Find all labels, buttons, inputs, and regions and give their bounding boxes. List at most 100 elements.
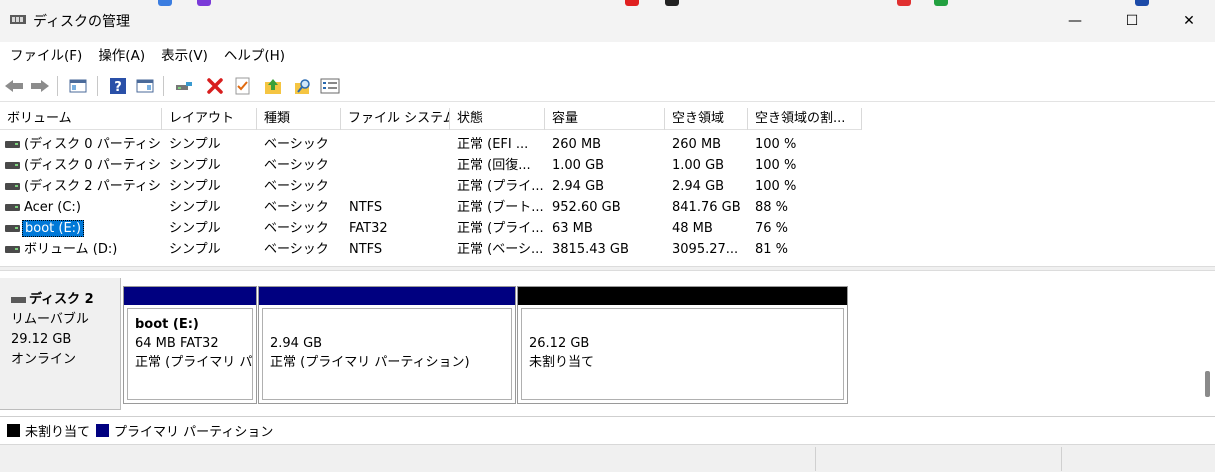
cell-free-space: 1.00 GB: [672, 158, 725, 173]
cell-volume: (ディスク 2 パーティショ...: [24, 179, 160, 194]
selected-volume-label: boot (E:): [22, 220, 85, 237]
drive-icon: [5, 141, 20, 148]
disk-name: ディスク 2: [11, 290, 120, 310]
status-bar: [0, 444, 1215, 472]
disk-info-panel[interactable]: ディスク 2 リムーバブル 29.12 GB オンライン: [0, 278, 121, 410]
cell-volume: ボリューム (D:): [24, 242, 118, 257]
help-icon[interactable]: ?: [107, 75, 129, 97]
partition-color-bar: [259, 287, 515, 305]
cell-layout: シンプル: [169, 158, 221, 173]
toolbar-separator: [163, 76, 164, 96]
toolbar-separator: [97, 76, 98, 96]
partition-size: 2.94 GB: [270, 336, 323, 351]
cell-status: 正常 (EFI ...: [457, 137, 529, 152]
cell-free-space: 841.76 GB: [672, 200, 741, 215]
cell-layout: シンプル: [169, 200, 221, 215]
cell-capacity: 2.94 GB: [552, 179, 605, 194]
drive-icon: [5, 246, 20, 253]
disk-size: 29.12 GB: [11, 332, 72, 347]
cell-status: 正常 (プライ...: [457, 179, 543, 194]
background-window-strip: [0, 0, 1215, 6]
partition-status: 正常 (プライマリ パーティション): [270, 355, 470, 370]
partition-label: boot (E:): [135, 317, 199, 332]
action-pane-icon[interactable]: [134, 75, 156, 97]
cell-free-percent: 81 %: [755, 242, 789, 257]
properties-icon[interactable]: [319, 75, 341, 97]
column-header-volume[interactable]: ボリューム: [0, 108, 162, 130]
cell-layout: シンプル: [169, 137, 221, 152]
menu-view[interactable]: 表示(V): [153, 42, 216, 70]
column-header-filesystem[interactable]: ファイル システム: [341, 108, 450, 130]
close-button[interactable]: ✕: [1160, 0, 1215, 42]
column-header-free-space[interactable]: 空き領域: [665, 108, 748, 130]
table-row[interactable]: Acer (C:) シンプル ベーシック NTFS 正常 (ブート... 952…: [0, 197, 862, 218]
cell-free-percent: 100 %: [755, 137, 797, 152]
console-tree-icon[interactable]: [67, 75, 89, 97]
connect-icon[interactable]: [173, 75, 195, 97]
cell-free-percent: 100 %: [755, 179, 797, 194]
cell-free-space: 2.94 GB: [672, 179, 725, 194]
drive-icon: [5, 204, 20, 211]
cell-status: 正常 (回復...: [457, 158, 531, 173]
volume-list: ボリューム レイアウト 種類 ファイル システム 状態 容量 空き領域 空き領域…: [0, 108, 1215, 264]
cell-layout: シンプル: [169, 242, 221, 257]
table-row-selected[interactable]: boot (E:) シンプル ベーシック FAT32 正常 (プライ... 63…: [0, 218, 862, 239]
partition-size: 64 MB FAT32: [135, 336, 219, 351]
table-row[interactable]: (ディスク 2 パーティショ... シンプル ベーシック 正常 (プライ... …: [0, 176, 862, 197]
partition-boot[interactable]: boot (E:) 64 MB FAT32 正常 (プライマリ パー: [123, 286, 257, 404]
drive-icon: [5, 225, 20, 232]
menu-file[interactable]: ファイル(F): [2, 42, 90, 70]
table-row[interactable]: ボリューム (D:) シンプル ベーシック NTFS 正常 (ベーシ... 38…: [0, 239, 862, 260]
pane-splitter[interactable]: [0, 266, 1215, 271]
partition-status: 正常 (プライマリ パー: [135, 355, 253, 370]
disk-graph-view: ディスク 2 リムーバブル 29.12 GB オンライン boot (E:) 6…: [0, 272, 1215, 416]
column-header-capacity[interactable]: 容量: [545, 108, 665, 130]
maximize-button[interactable]: ☐: [1103, 0, 1161, 42]
partition-details: boot (E:) 64 MB FAT32 正常 (プライマリ パー: [127, 308, 253, 400]
cell-filesystem: NTFS: [349, 242, 383, 257]
cell-status: 正常 (ベーシ...: [457, 242, 543, 257]
search-icon[interactable]: [292, 75, 314, 97]
cell-type: ベーシック: [264, 158, 329, 173]
legend: 未割り当て プライマリ パーティション: [0, 416, 1215, 444]
column-header-layout[interactable]: レイアウト: [162, 108, 257, 130]
partition-details: 26.12 GB 未割り当て: [521, 308, 844, 400]
menu-action[interactable]: 操作(A): [90, 42, 153, 70]
disk-icon: [11, 297, 26, 303]
column-header-type[interactable]: 種類: [257, 108, 341, 130]
cell-volume: (ディスク 0 パーティショ...: [24, 137, 160, 152]
table-row[interactable]: (ディスク 0 パーティショ... シンプル ベーシック 正常 (回復... 1…: [0, 155, 862, 176]
cell-type: ベーシック: [264, 200, 329, 215]
drive-icon: [5, 183, 20, 190]
toolbar-separator: [57, 76, 58, 96]
drive-icon: [5, 162, 20, 169]
column-header-status[interactable]: 状態: [450, 108, 545, 130]
vertical-scrollbar-thumb[interactable]: [1205, 371, 1210, 397]
table-header: ボリューム レイアウト 種類 ファイル システム 状態 容量 空き領域 空き領域…: [0, 108, 862, 130]
cell-free-space: 48 MB: [672, 221, 713, 236]
partition-color-bar: [124, 287, 256, 305]
title-bar: ディスクの管理 — ☐ ✕: [0, 0, 1215, 42]
disk-name-label: ディスク 2: [29, 292, 94, 307]
cell-capacity: 952.60 GB: [552, 200, 621, 215]
cell-type: ベーシック: [264, 242, 329, 257]
partition-details: 2.94 GB 正常 (プライマリ パーティション): [262, 308, 512, 400]
check-icon[interactable]: [232, 75, 254, 97]
back-icon[interactable]: [3, 75, 25, 97]
partition-color-bar: [518, 287, 847, 305]
cell-free-space: 260 MB: [672, 137, 722, 152]
column-header-free-percent[interactable]: 空き領域の割...: [748, 108, 862, 130]
svg-text:?: ?: [114, 80, 122, 95]
cell-capacity: 1.00 GB: [552, 158, 605, 173]
new-volume-icon[interactable]: [262, 75, 284, 97]
minimize-button[interactable]: —: [1046, 0, 1104, 42]
table-row[interactable]: (ディスク 0 パーティショ... シンプル ベーシック 正常 (EFI ...…: [0, 134, 862, 155]
delete-icon[interactable]: [204, 75, 226, 97]
cell-status: 正常 (ブート...: [457, 200, 543, 215]
forward-icon[interactable]: [29, 75, 51, 97]
cell-type: ベーシック: [264, 179, 329, 194]
partition-unallocated[interactable]: 26.12 GB 未割り当て: [517, 286, 848, 404]
menu-help[interactable]: ヘルプ(H): [216, 42, 293, 70]
cell-volume: boot (E:): [22, 218, 162, 239]
partition-primary[interactable]: 2.94 GB 正常 (プライマリ パーティション): [258, 286, 516, 404]
